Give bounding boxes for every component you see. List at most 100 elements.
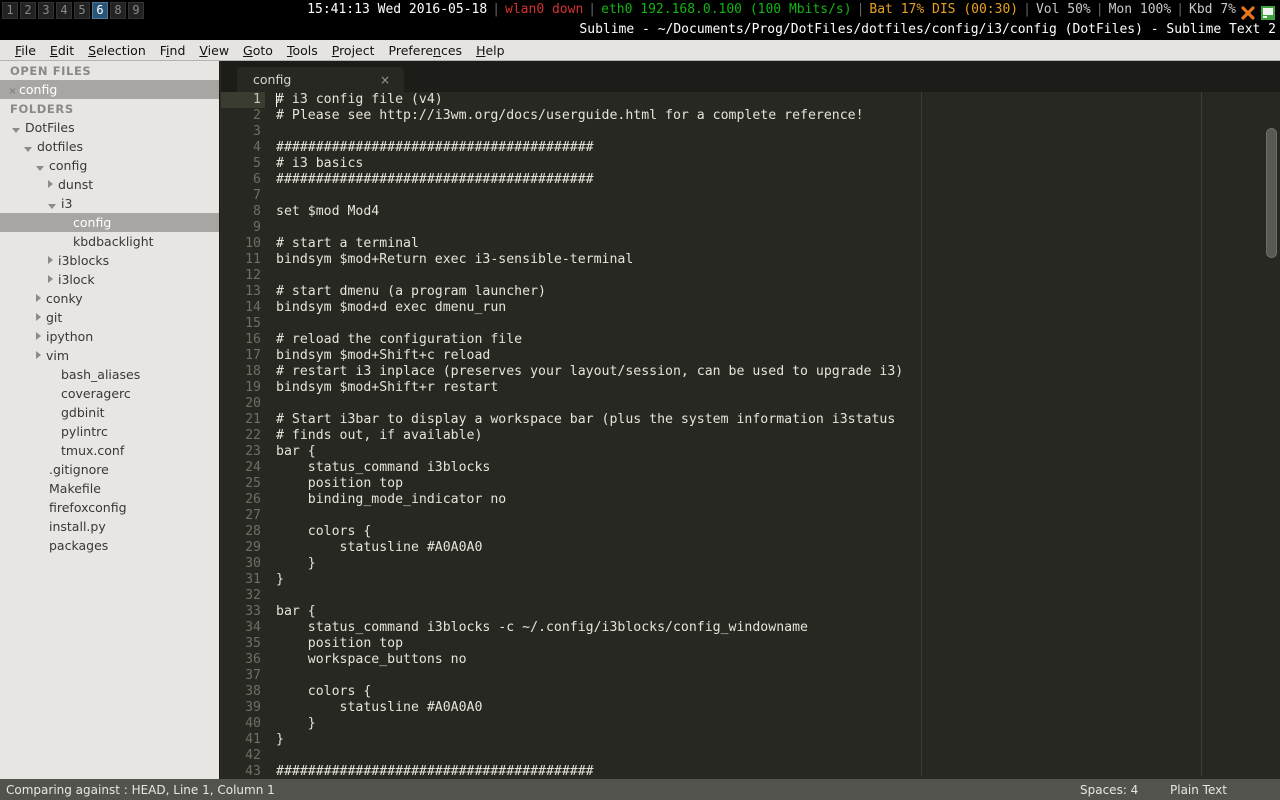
menu-preferences[interactable]: Preferences [382, 42, 470, 59]
code-line[interactable]: 22 # finds out, if available) [221, 428, 1280, 444]
menu-tools[interactable]: Tools [280, 42, 325, 59]
code-line[interactable]: 10 # start a terminal [221, 236, 1280, 252]
workspace-list[interactable]: 12345689 [2, 2, 144, 19]
tree-item-ipython[interactable]: ipython [0, 327, 219, 346]
tree-item-tmux-conf[interactable]: tmux.conf [0, 441, 219, 460]
code-line[interactable]: 15 [221, 316, 1280, 332]
menu-edit[interactable]: Edit [43, 42, 81, 59]
code-line[interactable]: 23 bar { [221, 444, 1280, 460]
line-text[interactable]: } [276, 556, 316, 572]
tree-item-coveragerc[interactable]: coveragerc [0, 384, 219, 403]
line-text[interactable]: bar { [276, 604, 316, 620]
code-line[interactable]: 25 position top [221, 476, 1280, 492]
code-line[interactable]: 16 # reload the configuration file [221, 332, 1280, 348]
code-line[interactable]: 3 [221, 124, 1280, 140]
line-text[interactable]: statusline #A0A0A0 [276, 540, 483, 556]
tree-item-install-py[interactable]: install.py [0, 517, 219, 536]
line-text[interactable]: # Please see http://i3wm.org/docs/usergu… [276, 108, 864, 124]
tree-item-bash-aliases[interactable]: bash_aliases [0, 365, 219, 384]
syntax-setting[interactable]: Plain Text [1170, 783, 1280, 797]
tree-item-kbdbacklight[interactable]: kbdbacklight [0, 232, 219, 251]
line-text[interactable]: # start a terminal [276, 236, 419, 252]
code-line[interactable]: 7 [221, 188, 1280, 204]
close-icon[interactable]: × [6, 82, 19, 101]
line-text[interactable]: # i3 config file (v4) [276, 92, 443, 108]
line-text[interactable]: statusline #A0A0A0 [276, 700, 483, 716]
line-text[interactable]: workspace_buttons no [276, 652, 467, 668]
workspace-button-5[interactable]: 5 [74, 2, 90, 19]
chevron-right-icon[interactable] [48, 275, 53, 283]
tree-item-pylintrc[interactable]: pylintrc [0, 422, 219, 441]
code-line[interactable]: 34 status_command i3blocks -c ~/.config/… [221, 620, 1280, 636]
menu-view[interactable]: View [192, 42, 236, 59]
close-icon[interactable]: × [380, 73, 390, 87]
tray-icon-green[interactable] [1260, 5, 1276, 21]
code-line[interactable]: 17 bindsym $mod+Shift+c reload [221, 348, 1280, 364]
line-text[interactable]: # start dmenu (a program launcher) [276, 284, 546, 300]
tree-item-packages[interactable]: packages [0, 536, 219, 555]
indentation-setting[interactable]: Spaces: 4 [1080, 783, 1170, 797]
open-files-list[interactable]: × config [0, 80, 219, 99]
code-line[interactable]: 30 } [221, 556, 1280, 572]
tree-item-vim[interactable]: vim [0, 346, 219, 365]
workspace-button-6[interactable]: 6 [92, 2, 108, 19]
chevron-right-icon[interactable] [48, 180, 53, 188]
open-file-item[interactable]: × config [0, 80, 219, 99]
code-line[interactable]: 38 colors { [221, 684, 1280, 700]
line-text[interactable]: position top [276, 636, 403, 652]
menu-find[interactable]: Find [153, 42, 193, 59]
line-text[interactable]: set $mod Mod4 [276, 204, 379, 220]
tree-item-git[interactable]: git [0, 308, 219, 327]
line-text[interactable]: colors { [276, 524, 372, 540]
line-text[interactable]: binding_mode_indicator no [276, 492, 507, 508]
tree-item-i3lock[interactable]: i3lock [0, 270, 219, 289]
code-line[interactable]: 26 binding_mode_indicator no [221, 492, 1280, 508]
code-line[interactable]: 42 [221, 748, 1280, 764]
code-line[interactable]: 36 workspace_buttons no [221, 652, 1280, 668]
workspace-button-4[interactable]: 4 [56, 2, 72, 19]
code-line[interactable]: 2 # Please see http://i3wm.org/docs/userg… [221, 108, 1280, 124]
code-line[interactable]: 41} [221, 732, 1280, 748]
menu-file[interactable]: File [8, 42, 43, 59]
workspace-button-9[interactable]: 9 [128, 2, 144, 19]
code-line[interactable]: 19 bindsym $mod+Shift+r restart [221, 380, 1280, 396]
line-text[interactable]: # Start i3bar to display a workspace bar… [276, 412, 895, 428]
tree-item-firefoxconfig[interactable]: firefoxconfig [0, 498, 219, 517]
tree-item-gdbinit[interactable]: gdbinit [0, 403, 219, 422]
menu-project[interactable]: Project [325, 42, 382, 59]
side-bar[interactable]: OPEN FILES × config FOLDERS DotFiles dotfi… [0, 61, 220, 779]
code-line[interactable]: 33 bar { [221, 604, 1280, 620]
line-text[interactable]: # reload the configuration file [276, 332, 522, 348]
chevron-down-icon[interactable] [36, 166, 44, 171]
line-text[interactable]: } [276, 732, 284, 748]
chevron-down-icon[interactable] [48, 204, 56, 209]
code-line[interactable]: 9 [221, 220, 1280, 236]
code-line[interactable]: 21 # Start i3bar to display a workspace b… [221, 412, 1280, 428]
chevron-right-icon[interactable] [48, 256, 53, 264]
line-text[interactable]: colors { [276, 684, 372, 700]
code-editor[interactable]: 1 # i3 config file (v4) 2 # Please see http… [221, 92, 1280, 779]
line-text[interactable]: status_command i3blocks -c ~/.config/i3b… [276, 620, 808, 636]
workspace-button-1[interactable]: 1 [2, 2, 18, 19]
code-line[interactable]: 27 [221, 508, 1280, 524]
tray-icon-orange[interactable] [1240, 5, 1256, 21]
line-text[interactable]: # finds out, if available) [276, 428, 482, 444]
line-text[interactable]: # restart i3 inplace (preserves your lay… [276, 364, 903, 380]
line-text[interactable]: bindsym $mod+Shift+r restart [276, 380, 498, 396]
code-line[interactable]: 13 # start dmenu (a program launcher) [221, 284, 1280, 300]
code-line[interactable]: 35 position top [221, 636, 1280, 652]
code-line[interactable]: 32 [221, 588, 1280, 604]
line-text[interactable]: bar { [276, 444, 316, 460]
tree-item-dotfiles[interactable]: DotFiles [0, 118, 219, 137]
code-line[interactable]: 20 [221, 396, 1280, 412]
menu-help[interactable]: Help [469, 42, 512, 59]
code-line[interactable]: 31} [221, 572, 1280, 588]
folder-tree[interactable]: DotFiles dotfiles config dunst i3 config kbdba… [0, 118, 219, 555]
tree-item-i3blocks[interactable]: i3blocks [0, 251, 219, 270]
line-text[interactable]: # i3 basics [276, 156, 363, 172]
tree-item-dotfiles[interactable]: dotfiles [0, 137, 219, 156]
tab-bar[interactable]: config × [221, 61, 1280, 92]
code-line[interactable]: 18 # restart i3 inplace (preserves your l… [221, 364, 1280, 380]
line-text[interactable]: status_command i3blocks [276, 460, 491, 476]
workspace-button-3[interactable]: 3 [38, 2, 54, 19]
